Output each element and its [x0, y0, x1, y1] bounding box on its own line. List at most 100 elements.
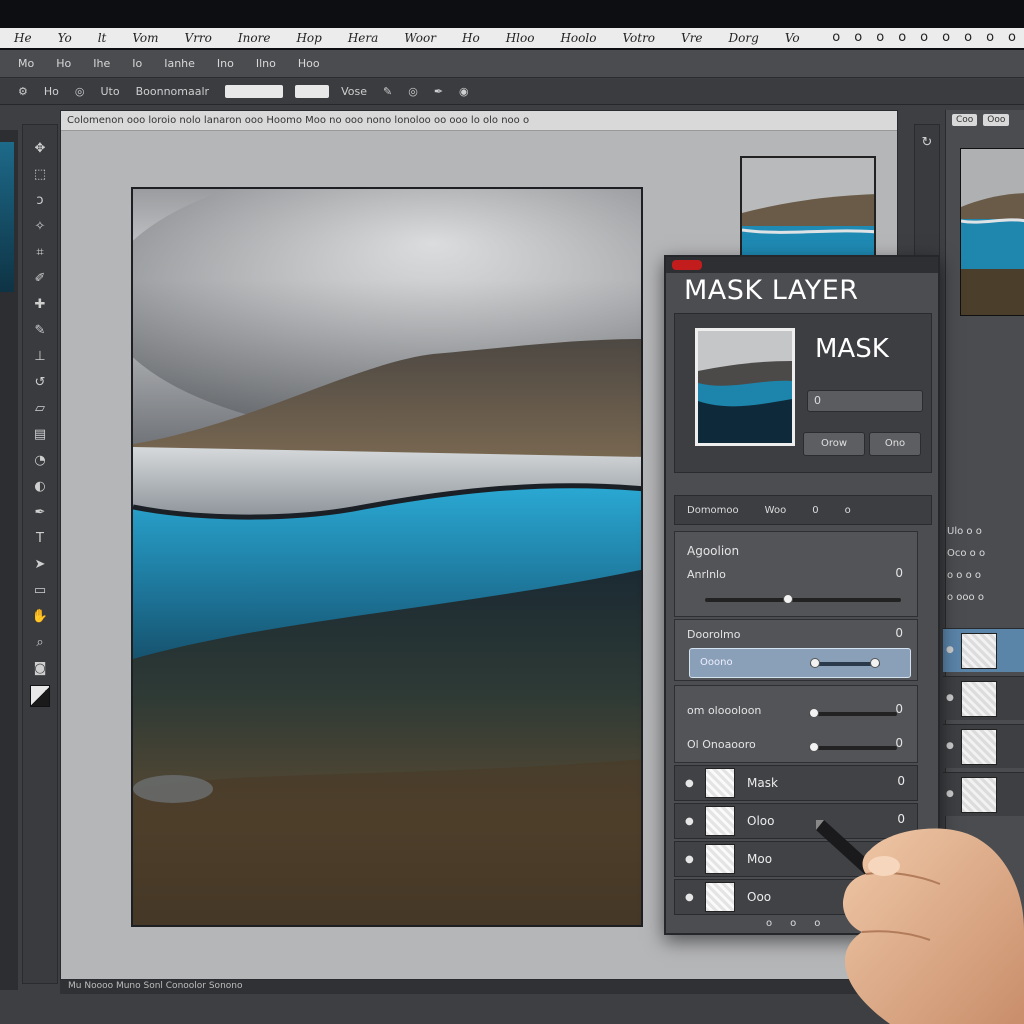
visibility-icon[interactable]: ●: [946, 645, 954, 655]
footer-icon[interactable]: o: [814, 918, 820, 929]
brush-icon[interactable]: ✎: [383, 85, 392, 98]
visibility-icon[interactable]: ●: [685, 816, 694, 827]
visibility-icon[interactable]: ●: [685, 854, 694, 865]
visibility-icon[interactable]: ●: [946, 693, 954, 703]
healing-brush-icon[interactable]: ✚: [30, 295, 50, 315]
close-button[interactable]: [672, 260, 702, 270]
control-row[interactable]: Oco o o: [943, 542, 1024, 564]
path-selection-icon[interactable]: ➤: [30, 555, 50, 575]
options-item[interactable]: Hoo: [298, 57, 320, 70]
options-item[interactable]: Ilno: [256, 57, 276, 70]
slider-knob[interactable]: [810, 658, 820, 668]
lasso-tool-icon[interactable]: ↄ: [30, 191, 50, 211]
slider-knob[interactable]: [870, 658, 880, 668]
menu-item[interactable]: Inore: [238, 31, 271, 45]
slider-knob[interactable]: [809, 708, 819, 718]
circle-icon[interactable]: o: [964, 30, 972, 45]
pen-icon[interactable]: ✒: [434, 85, 443, 98]
circle-icon[interactable]: o: [986, 30, 994, 45]
control-row[interactable]: Ulo o o: [943, 520, 1024, 542]
subheader-item[interactable]: 0: [812, 505, 818, 516]
subheader-item[interactable]: Woo: [765, 505, 787, 516]
circle-icon[interactable]: ◎: [408, 85, 418, 98]
menu-item[interactable]: Hloo: [506, 31, 535, 45]
history-brush-icon[interactable]: ↺: [30, 373, 50, 393]
history-icon[interactable]: ↻: [917, 133, 937, 153]
navigator-preview[interactable]: [740, 156, 876, 258]
circle-icon[interactable]: o: [1008, 30, 1016, 45]
tab-right-1[interactable]: Coo: [952, 114, 978, 126]
menu-item[interactable]: Ho: [462, 31, 480, 45]
eraser-tool-icon[interactable]: ▱: [30, 399, 50, 419]
slider-knob[interactable]: [783, 594, 793, 604]
visibility-icon[interactable]: ●: [685, 892, 694, 903]
menu-item[interactable]: Vrro: [185, 31, 212, 45]
target-icon[interactable]: ◉: [459, 85, 469, 98]
menu-item[interactable]: He: [14, 31, 32, 45]
marquee-tool-icon[interactable]: ⬚: [30, 165, 50, 185]
visibility-icon[interactable]: ●: [946, 789, 954, 799]
menu-item[interactable]: Yo: [58, 31, 72, 45]
image-canvas[interactable]: [131, 187, 643, 927]
mask-action-button[interactable]: Orow: [803, 432, 865, 456]
menu-item[interactable]: Votro: [622, 31, 655, 45]
layer-row[interactable]: ●: [943, 724, 1024, 768]
slider-knob[interactable]: [809, 742, 819, 752]
zoom-tool-icon[interactable]: ⌕: [30, 633, 50, 653]
refine-slider[interactable]: [809, 708, 897, 718]
options-item[interactable]: Ihe: [93, 57, 110, 70]
crop-tool-icon[interactable]: ⌗: [30, 243, 50, 263]
options-item[interactable]: Io: [132, 57, 142, 70]
control-row[interactable]: o o o o: [943, 564, 1024, 586]
footer-icon[interactable]: o: [766, 918, 772, 929]
menu-item[interactable]: Vo: [785, 31, 800, 45]
tool-option[interactable]: Uto: [101, 85, 120, 98]
color-swatch-icon[interactable]: [30, 685, 50, 707]
options-item[interactable]: Mo: [18, 57, 34, 70]
settings-icon[interactable]: ⚙: [18, 85, 28, 98]
menu-item[interactable]: Dorg: [729, 31, 759, 45]
gradient-tool-icon[interactable]: ▤: [30, 425, 50, 445]
menu-item[interactable]: Woor: [404, 31, 436, 45]
tool-value-field[interactable]: [225, 85, 284, 98]
tool-option[interactable]: Vose: [341, 85, 367, 98]
footer-icon[interactable]: o: [790, 918, 796, 929]
layer-row[interactable]: ●: [943, 772, 1024, 816]
visibility-icon[interactable]: ●: [685, 778, 694, 789]
options-item[interactable]: Ho: [56, 57, 71, 70]
tool-option[interactable]: Boonnomaalr: [136, 85, 209, 98]
mask-layer-row[interactable]: ● Ooo: [674, 879, 918, 915]
visibility-icon[interactable]: ●: [946, 741, 954, 751]
layer-row[interactable]: ●: [943, 676, 1024, 720]
brush-tool-icon[interactable]: ✎: [30, 321, 50, 341]
menu-item[interactable]: Hop: [296, 31, 321, 45]
contrast-slider[interactable]: [809, 742, 897, 752]
density-slider[interactable]: [705, 594, 901, 604]
mask-thumbnail[interactable]: [695, 328, 795, 446]
mask-name-field[interactable]: 0: [807, 390, 923, 412]
options-item[interactable]: Ino: [217, 57, 234, 70]
tool-option[interactable]: Ho: [44, 85, 59, 98]
selected-property-row[interactable]: Ooono: [689, 648, 911, 678]
tool-value-field[interactable]: [295, 85, 330, 98]
mask-layer-row[interactable]: ● Mask 0: [674, 765, 918, 801]
blur-tool-icon[interactable]: ◔: [30, 451, 50, 471]
menu-item[interactable]: Vom: [132, 31, 158, 45]
type-tool-icon[interactable]: T: [30, 529, 50, 549]
circle-icon[interactable]: o: [854, 30, 862, 45]
feather-slider[interactable]: [810, 658, 880, 668]
control-row[interactable]: o ooo o: [943, 586, 1024, 608]
options-item[interactable]: Ianhe: [164, 57, 195, 70]
circle-icon[interactable]: o: [876, 30, 884, 45]
hand-tool-icon[interactable]: ✋: [30, 607, 50, 627]
circle-icon[interactable]: o: [832, 30, 840, 45]
subheader-item[interactable]: o: [845, 505, 851, 516]
circle-icon[interactable]: ◎: [75, 85, 85, 98]
stamp-tool-icon[interactable]: ⊥: [30, 347, 50, 367]
menu-item[interactable]: Hera: [348, 31, 378, 45]
shape-tool-icon[interactable]: ▭: [30, 581, 50, 601]
subheader-item[interactable]: Domomoo: [687, 505, 739, 516]
move-tool-icon[interactable]: ✥: [30, 139, 50, 159]
menu-item[interactable]: Vre: [681, 31, 703, 45]
mask-option-button[interactable]: Ono: [869, 432, 921, 456]
